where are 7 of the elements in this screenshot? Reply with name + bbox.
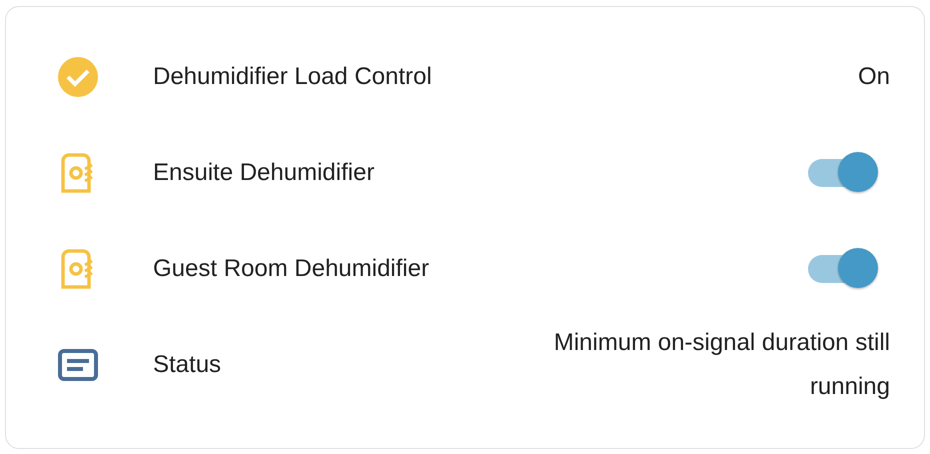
entity-name: Ensuite Dehumidifier	[153, 158, 376, 188]
entity-name: Guest Room Dehumidifier	[153, 254, 430, 284]
entity-state: On	[858, 62, 890, 92]
entity-name: Status	[153, 350, 222, 380]
entity-state: Minimum on-signal duration still running	[552, 328, 890, 402]
check-circle-icon	[56, 55, 100, 99]
entity-name: Dehumidifier Load Control	[153, 62, 433, 92]
